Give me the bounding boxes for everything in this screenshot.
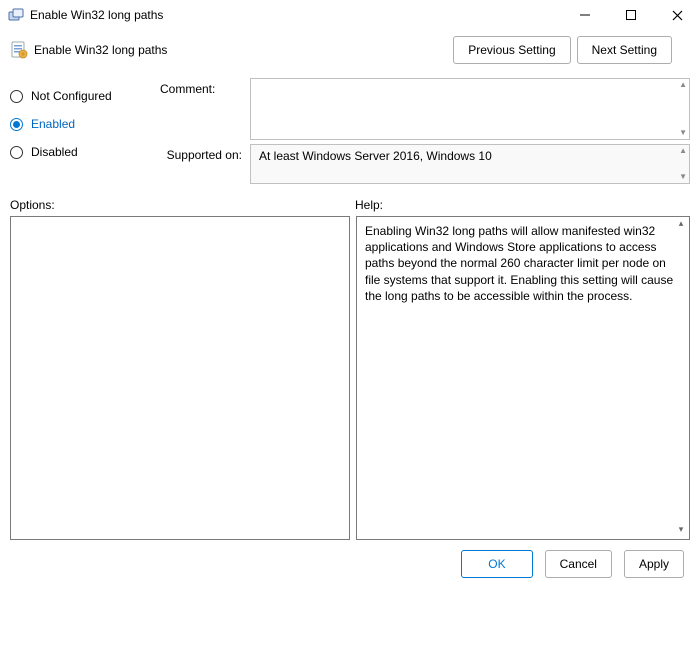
scroll-down-icon[interactable]: ▾ <box>673 523 689 539</box>
previous-setting-button[interactable]: Previous Setting <box>453 36 570 64</box>
radio-icon <box>10 90 23 103</box>
header-row: Enable Win32 long paths Previous Setting… <box>0 30 700 70</box>
title-bar: Enable Win32 long paths <box>0 0 700 30</box>
pane-labels: Options: Help: <box>0 188 700 214</box>
minimize-button[interactable] <box>562 0 608 30</box>
scroll-up-icon[interactable]: ▲ <box>679 147 687 155</box>
maximize-button[interactable] <box>608 0 654 30</box>
scroll-up-icon[interactable]: ▴ <box>673 217 689 233</box>
comment-textarea[interactable]: ▲ ▼ <box>250 78 690 140</box>
policy-icon <box>10 41 28 59</box>
panes-row: Enabling Win32 long paths will allow man… <box>0 214 700 540</box>
scroll-down-icon[interactable]: ▼ <box>679 129 687 137</box>
help-label: Help: <box>355 198 690 212</box>
comment-label: Comment: <box>160 78 250 140</box>
ok-button[interactable]: OK <box>461 550 532 578</box>
radio-enabled[interactable]: Enabled <box>10 110 160 138</box>
radio-icon <box>10 118 23 131</box>
supported-label: Supported on: <box>160 144 250 184</box>
next-setting-button[interactable]: Next Setting <box>577 36 672 64</box>
help-pane: Enabling Win32 long paths will allow man… <box>356 216 690 540</box>
scroll-down-icon[interactable]: ▼ <box>679 173 687 181</box>
window-title: Enable Win32 long paths <box>30 8 562 22</box>
help-text: Enabling Win32 long paths will allow man… <box>365 224 673 303</box>
meta-fields: Comment: ▲ ▼ Supported on: At least Wind… <box>160 78 690 188</box>
config-section: Not Configured Enabled Disabled Comment:… <box>0 70 700 188</box>
scroll-up-icon[interactable]: ▲ <box>679 81 687 89</box>
radio-not-configured[interactable]: Not Configured <box>10 82 160 110</box>
cancel-button[interactable]: Cancel <box>545 550 612 578</box>
supported-text: At least Windows Server 2016, Windows 10 <box>259 149 492 163</box>
state-radios: Not Configured Enabled Disabled <box>10 78 160 188</box>
options-pane <box>10 216 350 540</box>
radio-label: Disabled <box>31 145 78 159</box>
radio-disabled[interactable]: Disabled <box>10 138 160 166</box>
supported-on-box: At least Windows Server 2016, Windows 10… <box>250 144 690 184</box>
radio-label: Enabled <box>31 117 75 131</box>
app-icon <box>8 7 24 23</box>
apply-button[interactable]: Apply <box>624 550 684 578</box>
footer-buttons: OK Cancel Apply <box>0 540 700 588</box>
options-label: Options: <box>10 198 355 212</box>
radio-icon <box>10 146 23 159</box>
radio-label: Not Configured <box>31 89 112 103</box>
policy-title: Enable Win32 long paths <box>34 43 447 57</box>
close-button[interactable] <box>654 0 700 30</box>
